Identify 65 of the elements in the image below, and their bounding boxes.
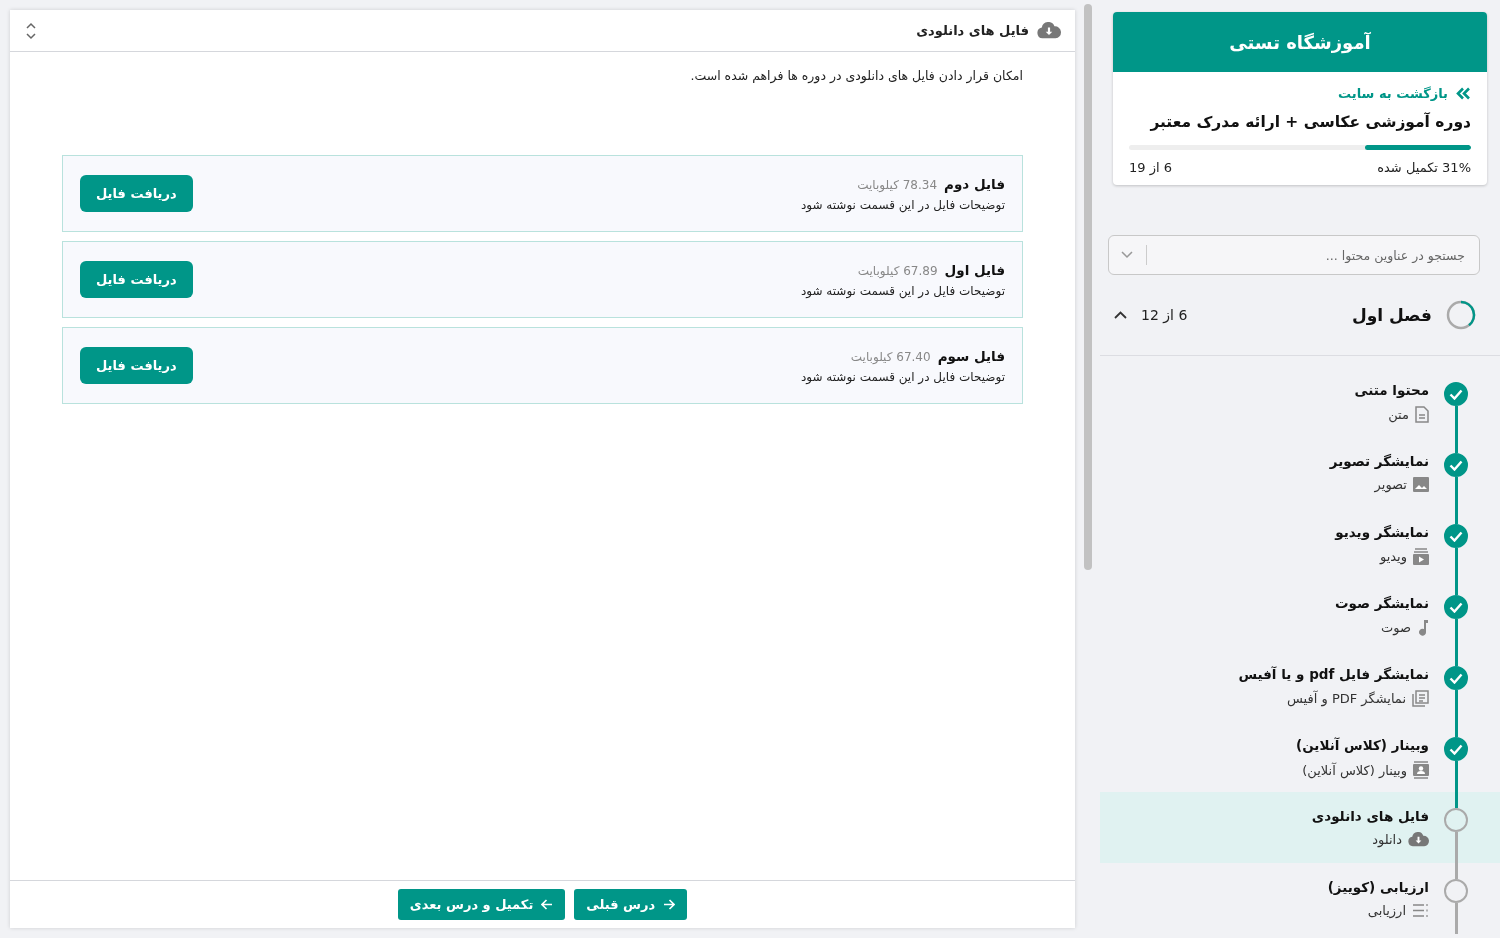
search-field[interactable]: جستجو در عناوین محتوا ... xyxy=(1108,235,1480,275)
download-button[interactable]: دریافت فایل xyxy=(80,347,193,384)
lesson-type: متن xyxy=(1388,407,1409,422)
cloud-download-icon xyxy=(1037,22,1061,39)
lesson-item[interactable]: ارزیابی (کوییز) ارزیابی xyxy=(1100,863,1500,934)
lesson-title: ارزیابی (کوییز) xyxy=(1327,879,1429,895)
download-button[interactable]: دریافت فایل xyxy=(80,175,193,212)
video-icon xyxy=(1413,548,1429,565)
music-note-icon xyxy=(1417,619,1429,636)
file-size: 78.34 کیلوبایت xyxy=(857,177,938,192)
file-name: فایل دوم xyxy=(944,175,1005,192)
sort-icon[interactable] xyxy=(26,21,36,40)
school-name: آموزشگاه تستی xyxy=(1113,12,1487,72)
panel-title: فایل های دانلودی xyxy=(916,23,1029,38)
download-button[interactable]: دریافت فایل xyxy=(80,261,193,298)
image-icon xyxy=(1413,477,1429,492)
pages-icon xyxy=(1412,690,1429,707)
progress-percent: 31% تکمیل شده xyxy=(1377,160,1471,175)
back-link[interactable]: بازگشت به سایت xyxy=(1129,86,1471,101)
lesson-item[interactable]: وبینار (کلاس آنلاین) وبینار (کلاس آنلاین) xyxy=(1100,721,1500,792)
scrollbar[interactable] xyxy=(1083,4,1092,570)
lesson-type: تصویر xyxy=(1374,477,1407,492)
lesson-title: وبینار (کلاس آنلاین) xyxy=(1296,737,1429,753)
lesson-type: ویدیو xyxy=(1379,549,1407,564)
cloud-download-icon xyxy=(1408,832,1429,847)
lesson-type: صوت xyxy=(1381,620,1411,635)
chevron-down-icon xyxy=(1121,251,1133,259)
double-chevron-icon xyxy=(1456,87,1471,100)
lesson-item[interactable]: نمایشگر تصویر تصویر xyxy=(1100,437,1500,508)
file-size: 67.89 کیلوبایت xyxy=(857,263,938,278)
lesson-item[interactable]: فایل های دانلودی دانلود xyxy=(1100,792,1500,863)
list-icon xyxy=(1412,903,1429,918)
lesson-type: نمایشگر PDF و آفیس xyxy=(1287,691,1406,706)
lesson-item[interactable]: نمایشگر فایل pdf و یا آفیس نمایشگر PDF و آفیس xyxy=(1100,650,1500,721)
left-arrow-icon xyxy=(541,899,554,910)
lesson-title: نمایشگر تصویر xyxy=(1329,453,1429,469)
chevron-up-icon[interactable] xyxy=(1114,311,1127,319)
file-description: توضیحات فایل در این قسمت نوشته شود xyxy=(800,283,1005,298)
file-name: فایل سوم xyxy=(937,347,1005,364)
lesson-title: فایل های دانلودی xyxy=(1311,808,1429,824)
lesson-type: ارزیابی xyxy=(1367,903,1406,918)
contact-card-icon xyxy=(1413,761,1429,779)
file-size: 67.40 کیلوبایت xyxy=(850,349,931,364)
lesson-title: نمایشگر صوت xyxy=(1334,595,1429,611)
next-lesson-button[interactable]: تکمیل و درس بعدی xyxy=(397,889,566,920)
previous-lesson-button[interactable]: درس قبلی xyxy=(574,889,688,920)
document-icon xyxy=(1415,406,1429,423)
file-name: فایل اول xyxy=(944,261,1005,278)
progress-count: 6 از 19 xyxy=(1129,160,1172,175)
lesson-title: محتوا متنی xyxy=(1354,382,1429,398)
lesson-type: دانلود xyxy=(1372,832,1402,847)
chapter-count: 6 از 12 xyxy=(1141,307,1188,323)
lesson-item[interactable]: نمایشگر ویدیو ویدیو xyxy=(1100,508,1500,579)
lesson-type: وبینار (کلاس آنلاین) xyxy=(1302,762,1407,778)
lesson-title: نمایشگر فایل pdf و یا آفیس xyxy=(1238,666,1429,682)
description-text: امکان قرار دادن فایل های دانلودی در دوره ها فراهم شده است. xyxy=(689,68,1023,83)
file-description: توضیحات فایل در این قسمت نوشته شود xyxy=(800,369,1005,384)
progress-ring-icon xyxy=(1446,300,1476,330)
lesson-title: نمایشگر ویدیو xyxy=(1335,524,1429,540)
lesson-item[interactable]: نمایشگر صوت صوت xyxy=(1100,579,1500,650)
right-arrow-icon xyxy=(663,899,676,910)
lesson-item[interactable]: محتوا متنی متن xyxy=(1100,366,1500,437)
course-title: دوره آموزشی عکاسی + ارائه مدرک معتبر xyxy=(1149,113,1471,131)
file-description: توضیحات فایل در این قسمت نوشته شود xyxy=(800,197,1005,212)
chapter-title: فصل اول xyxy=(1350,305,1432,325)
